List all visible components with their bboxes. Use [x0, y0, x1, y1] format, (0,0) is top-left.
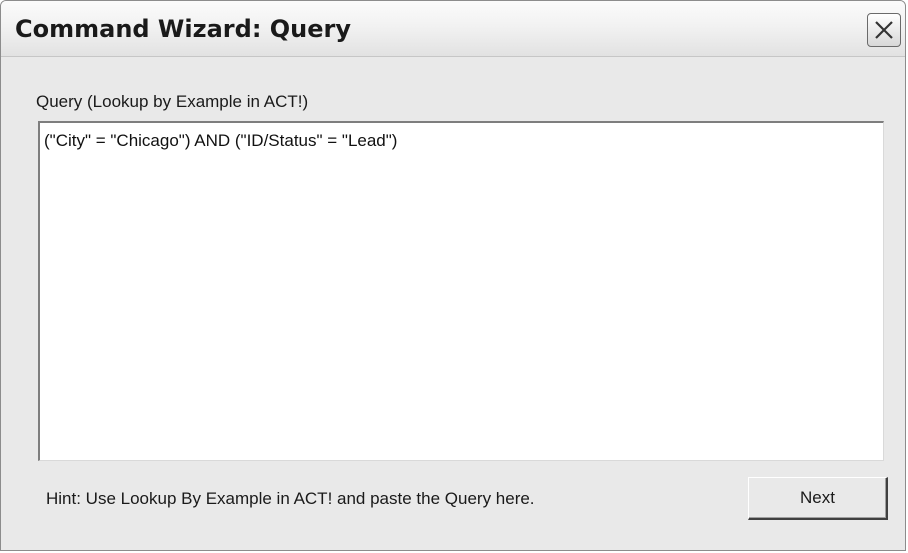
title-bar[interactable]: Command Wizard: Query	[1, 1, 905, 57]
next-button[interactable]: Next	[748, 477, 888, 520]
close-button[interactable]	[867, 13, 901, 47]
query-input[interactable]: ("City" = "Chicago") AND ("ID/Status" = …	[38, 121, 884, 461]
query-label: Query (Lookup by Example in ACT!)	[36, 92, 309, 111]
close-icon	[875, 21, 893, 39]
command-wizard-window: Command Wizard: Query Query (Lookup by E…	[0, 0, 906, 551]
hint-text: Hint: Use Lookup By Example in ACT! and …	[46, 489, 535, 508]
window-title: Command Wizard: Query	[15, 15, 352, 43]
